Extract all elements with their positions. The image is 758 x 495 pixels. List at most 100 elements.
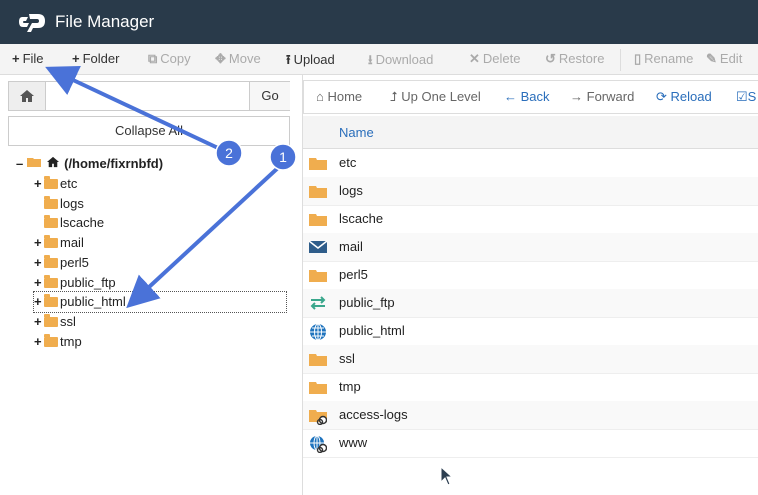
file-name: lscache xyxy=(339,211,384,226)
folder-icon xyxy=(44,195,58,209)
tree-item-label: mail xyxy=(60,235,84,251)
move-button[interactable]: ✥ Move xyxy=(215,51,261,67)
tree-item-lscache[interactable]: lscache xyxy=(34,213,104,233)
expand-icon[interactable]: + xyxy=(34,292,44,312)
folder-icon xyxy=(309,351,327,367)
collapse-toggle-icon[interactable]: – xyxy=(16,156,23,171)
file-name: etc xyxy=(339,155,357,170)
folder-icon xyxy=(44,215,58,229)
new-folder-button[interactable]: + Folder xyxy=(72,51,119,66)
file-name: ssl xyxy=(339,351,355,366)
file-name: public_ftp xyxy=(339,295,395,310)
tree-item-label: logs xyxy=(60,195,84,211)
expand-icon[interactable]: + xyxy=(34,233,44,253)
file-name: tmp xyxy=(339,379,361,394)
delete-icon: ✕ xyxy=(469,51,480,66)
table-row[interactable]: perl5 xyxy=(303,261,758,290)
folder-icon xyxy=(44,176,58,189)
table-row[interactable]: ssl xyxy=(303,345,758,374)
tree-root[interactable]: – (/home/fixrnbfd) xyxy=(16,156,163,171)
folder-icon xyxy=(309,379,327,395)
table-row[interactable]: mail xyxy=(303,233,758,262)
mail-icon xyxy=(308,239,328,255)
annotation-arrow-1 xyxy=(126,164,282,309)
plus-icon: + xyxy=(12,51,20,66)
table-row[interactable]: public_ftp xyxy=(303,289,758,318)
callout-2-label: 2 xyxy=(225,145,233,161)
delete-button[interactable]: ✕ Delete xyxy=(469,51,520,67)
folder-icon xyxy=(44,235,58,249)
select-all-button[interactable]: ☑S xyxy=(736,89,756,105)
go-button[interactable]: Go xyxy=(249,82,290,110)
copy-button[interactable]: ⧉ Copy xyxy=(148,51,191,67)
transfer-arrows-icon xyxy=(309,295,327,311)
arrow-right-icon: → xyxy=(570,89,583,104)
folder-icon xyxy=(44,294,58,308)
path-bar: Go xyxy=(8,81,290,111)
home-icon xyxy=(20,90,34,102)
tree-item-public-ftp[interactable]: + public_ftp xyxy=(34,273,116,293)
folder-icon xyxy=(309,155,327,171)
restore-button[interactable]: ↺ Restore xyxy=(545,51,604,67)
rename-button[interactable]: ▯ Rename xyxy=(634,51,693,67)
edit-button[interactable]: ✎ Edit xyxy=(706,51,742,67)
download-button[interactable]: ⭳ Download xyxy=(368,51,433,73)
path-input[interactable] xyxy=(47,84,251,108)
upload-button[interactable]: ⭱ Upload xyxy=(286,51,335,73)
tree-item-label: ssl xyxy=(60,313,76,329)
tree-item-ssl[interactable]: + ssl xyxy=(34,312,76,332)
level-up-icon: ⮥ xyxy=(390,89,398,104)
expand-icon[interactable]: + xyxy=(34,312,44,332)
name-column-header[interactable]: Name xyxy=(339,125,374,140)
home-icon: ⌂ xyxy=(316,89,324,104)
arrow-left-icon: ← xyxy=(504,89,517,104)
up-one-level-button[interactable]: ⮥ Up One Level xyxy=(390,89,481,105)
table-header: Name xyxy=(303,116,758,149)
checkbox-icon: ☑ xyxy=(736,89,748,104)
table-row[interactable]: tmp xyxy=(303,373,758,402)
folder-icon xyxy=(44,333,58,347)
home-icon xyxy=(47,156,60,168)
reload-icon: ⟳ xyxy=(656,89,667,104)
nav-home-button[interactable]: ⌂ Home xyxy=(316,89,362,104)
tree-item-label: public_html xyxy=(60,294,126,310)
folder-icon xyxy=(44,313,58,327)
tree-item-public-html[interactable]: + public_html xyxy=(33,291,287,314)
tree-item-logs[interactable]: logs xyxy=(34,194,84,214)
mouse-cursor-icon xyxy=(440,466,454,486)
globe-link-icon xyxy=(309,435,328,454)
plus-icon: + xyxy=(72,51,80,66)
reload-button[interactable]: ⟳ Reload xyxy=(656,89,712,105)
file-name: mail xyxy=(339,239,363,254)
folder-icon xyxy=(309,211,327,227)
table-row[interactable]: public_html xyxy=(303,317,758,346)
expand-icon[interactable]: + xyxy=(34,253,44,273)
collapse-all-button[interactable]: Collapse All xyxy=(8,116,290,146)
table-row[interactable]: etc xyxy=(303,149,758,178)
forward-button[interactable]: → Forward xyxy=(570,89,634,104)
tree-item-label: tmp xyxy=(60,333,82,349)
table-row[interactable]: lscache xyxy=(303,205,758,234)
home-path-button[interactable] xyxy=(9,82,46,110)
tree-item-label: public_ftp xyxy=(60,274,116,290)
table-row[interactable]: logs xyxy=(303,177,758,206)
tree-item-mail[interactable]: + mail xyxy=(34,233,84,253)
file-name: access-logs xyxy=(339,407,408,422)
folder-icon xyxy=(44,274,58,288)
tree-item-tmp[interactable]: + tmp xyxy=(34,332,82,352)
tree-item-etc[interactable]: + etc xyxy=(34,174,77,194)
callout-1-badge xyxy=(269,143,297,171)
new-file-button[interactable]: + File xyxy=(12,51,44,66)
table-row[interactable]: access-logs xyxy=(303,401,758,430)
upload-icon: ⭱ xyxy=(286,52,291,67)
tree-item-perl5[interactable]: + perl5 xyxy=(34,253,89,273)
tree-item-label: perl5 xyxy=(60,254,89,270)
expand-icon[interactable]: + xyxy=(34,273,44,293)
restore-icon: ↺ xyxy=(545,51,556,66)
expand-icon[interactable]: + xyxy=(34,332,44,352)
expand-icon[interactable]: + xyxy=(34,174,44,194)
table-row[interactable]: www xyxy=(303,429,758,458)
cpanel-logo-icon xyxy=(19,14,45,32)
back-button[interactable]: ← Back xyxy=(504,89,550,104)
file-name: logs xyxy=(339,183,363,198)
